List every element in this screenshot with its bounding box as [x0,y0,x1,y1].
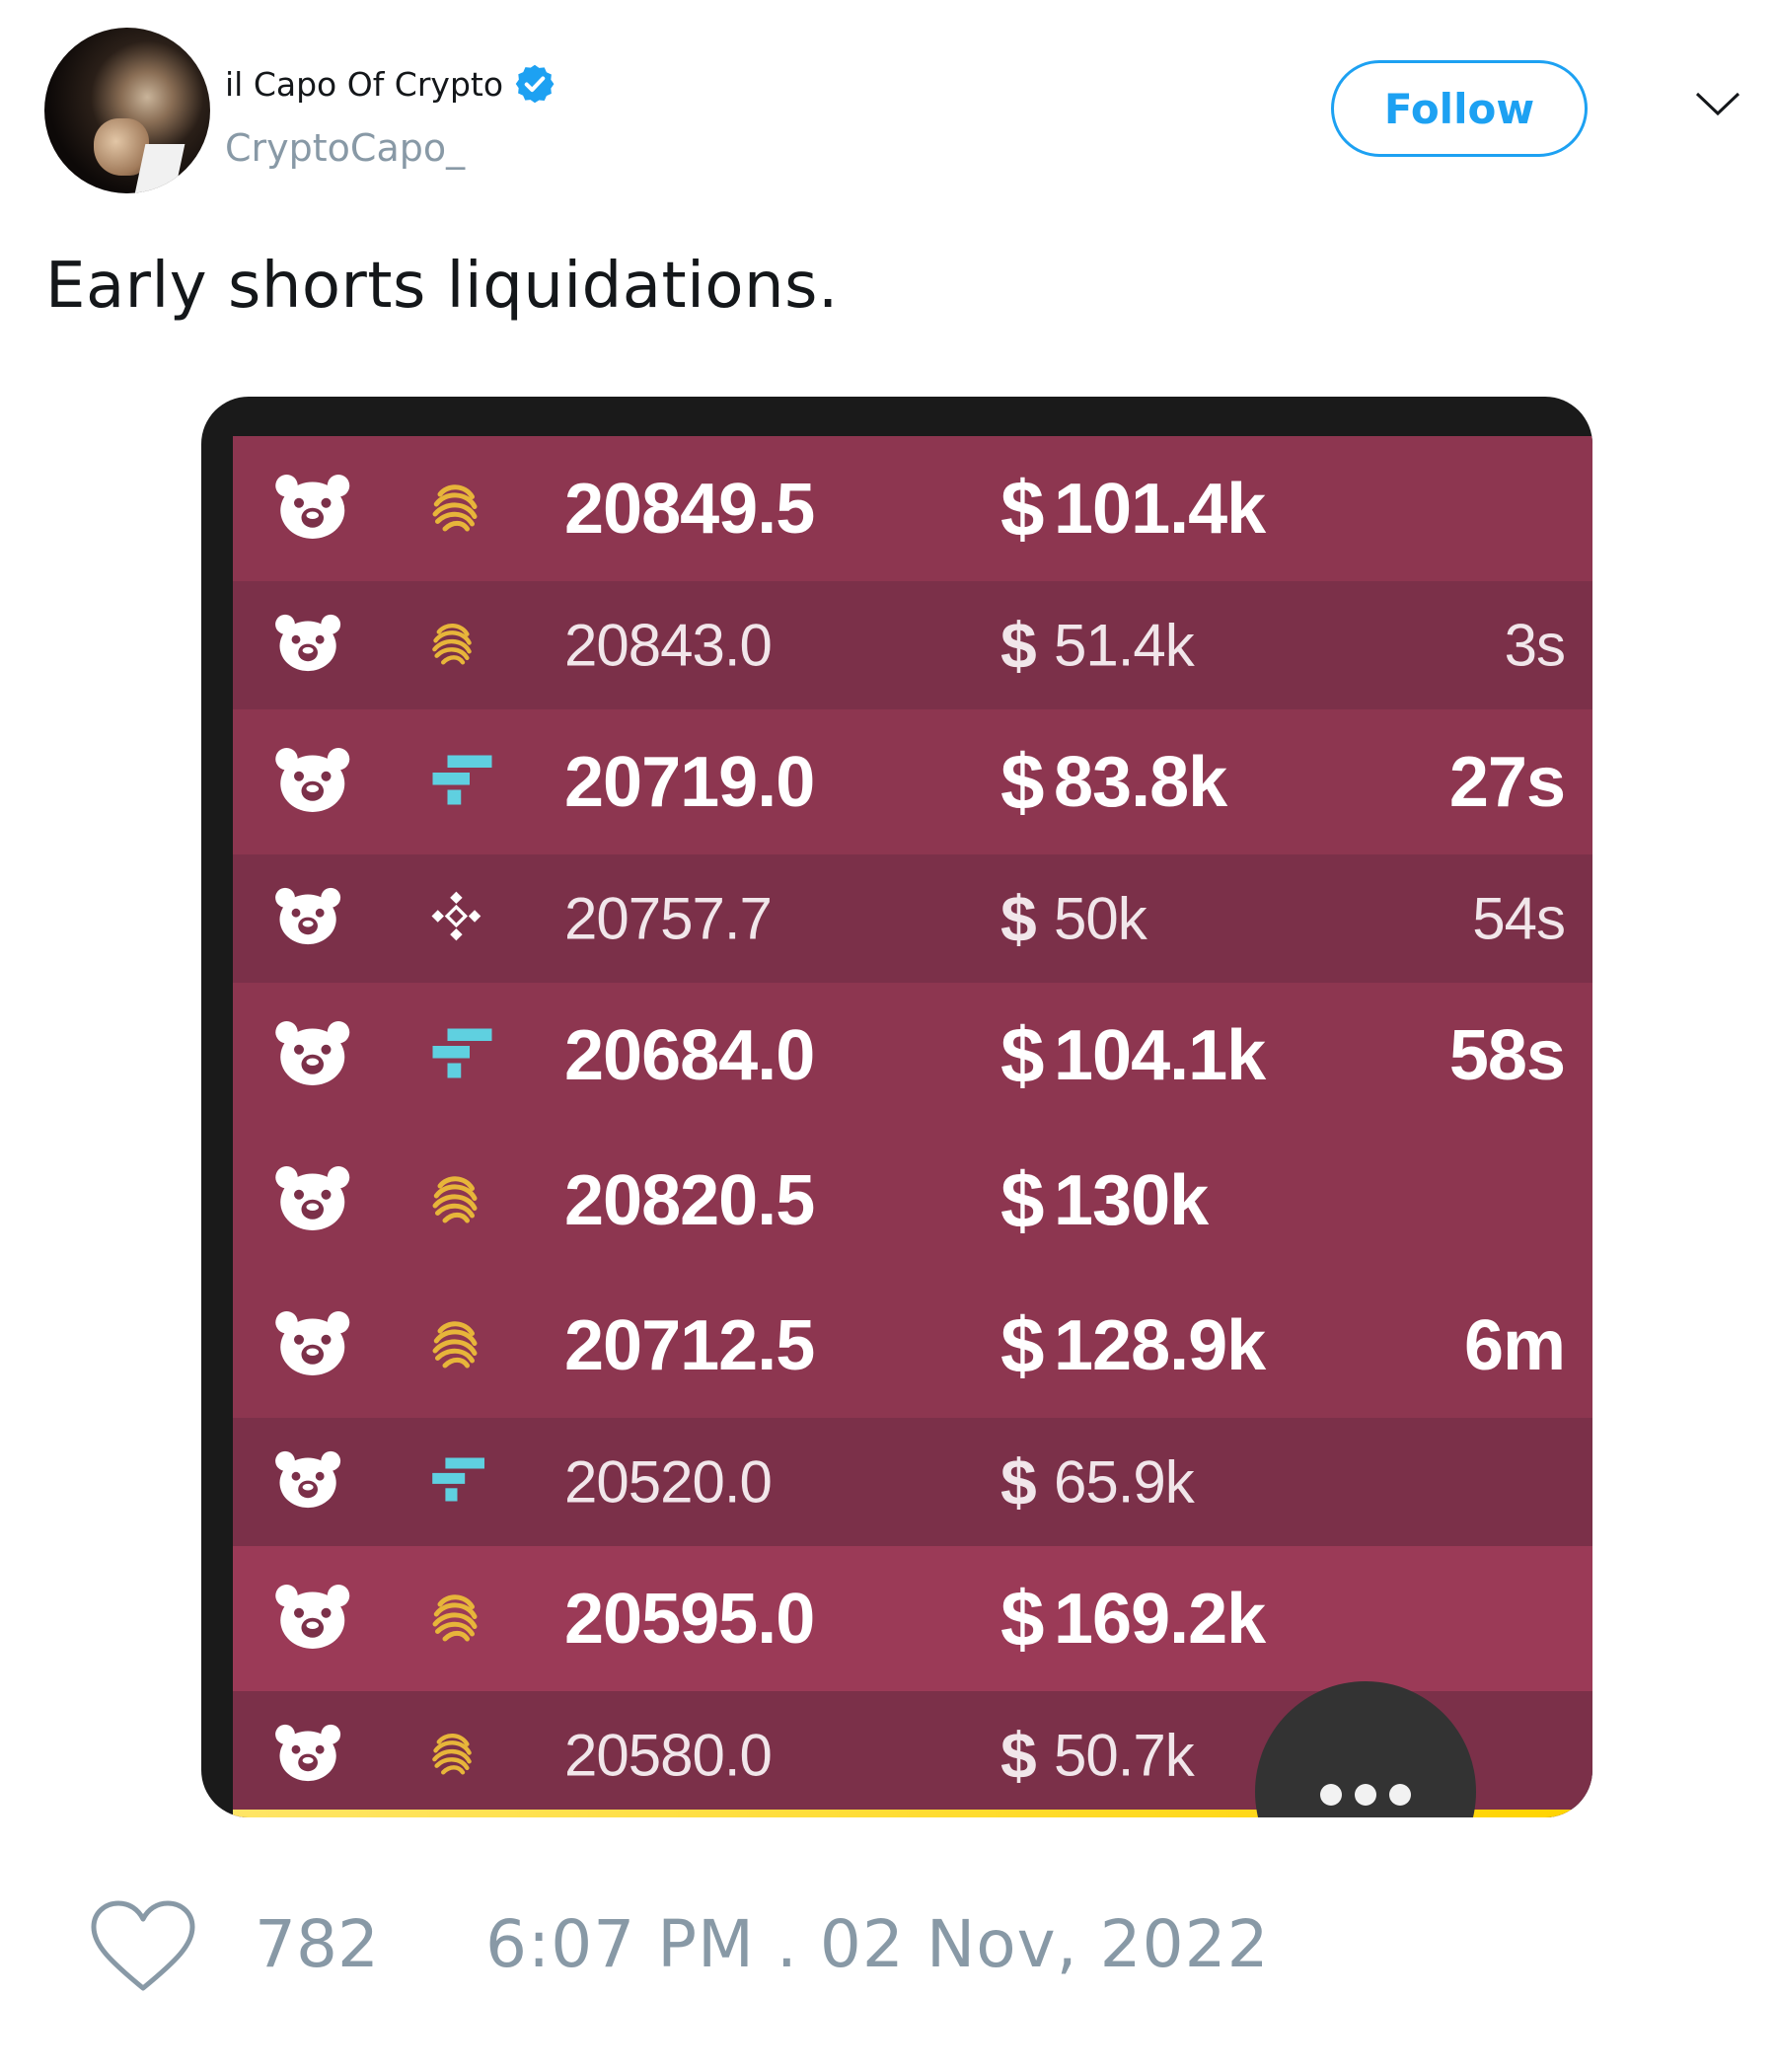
liquidation-price: 20849.5 [564,469,815,549]
sun-exchange-icon [430,480,480,539]
ftx-icon [430,1455,486,1508]
currency-symbol: $ [1000,1445,1037,1518]
liquidation-price: 20520.0 [564,1448,773,1516]
bear-icon [274,1164,351,1236]
liquidation-row: 20820.5 $130k [233,1128,1592,1273]
liquidation-amount: 169.2k [1054,1579,1266,1659]
liquidation-amount: 104.1k [1054,1015,1266,1095]
liquidation-row: 20849.5 $101.4k [233,436,1592,581]
ftx-icon [430,753,494,812]
liquidation-amount: 130k [1054,1160,1209,1240]
currency-symbol: $ [1000,1155,1045,1244]
bear-icon [274,473,351,545]
liquidation-price: 20712.5 [564,1305,815,1385]
sun-exchange-icon [430,1171,480,1230]
liquidation-age: 6m [1463,1305,1566,1385]
bear-icon [274,1583,351,1655]
liquidation-amount: 50.7k [1054,1722,1195,1789]
like-count[interactable]: 782 [255,1906,379,1982]
bear-icon [274,1309,351,1381]
heart-icon[interactable] [90,1899,196,1994]
currency-symbol: $ [1000,609,1037,682]
liquidation-age: 3s [1504,612,1566,679]
liquidation-row: 20719.0 $83.8k 27s [233,709,1592,854]
bear-icon [274,1019,351,1091]
tweet-media-image[interactable]: 20849.5 $101.4k 20843.0 $51.4k 3s 20719.0 $83.… [201,397,1592,1817]
liquidation-price: 20757.7 [564,885,773,952]
bear-icon [274,614,341,677]
follow-button[interactable]: Follow [1331,60,1588,157]
liquidation-price: 20719.0 [564,742,815,822]
liquidation-age: 54s [1472,885,1566,952]
binance-icon [430,890,482,947]
tweet-text: Early shorts liquidations. [45,250,839,323]
liquidation-amount: 65.9k [1054,1448,1195,1516]
liquidation-price: 20843.0 [564,612,773,679]
verified-badge-icon [515,64,555,104]
bear-icon [274,1724,341,1787]
liquidation-amount: 83.8k [1054,742,1227,822]
currency-symbol: $ [1000,1719,1037,1792]
liquidation-row: 20843.0 $51.4k 3s [233,581,1592,709]
sun-exchange-icon [430,1729,474,1781]
currency-symbol: $ [1000,1010,1045,1099]
user-handle[interactable]: CryptoCapo_ [225,126,465,170]
liquidation-age: 27s [1448,742,1566,822]
liquidation-amount: 51.4k [1054,612,1195,679]
tweet-timestamp[interactable]: 6:07 PM . 02 Nov, 2022 [485,1906,1270,1982]
liquidation-row: 20712.5 $128.9k 6m [233,1273,1592,1418]
liquidation-amount: 50k [1054,885,1147,952]
currency-symbol: $ [1000,1574,1045,1663]
sun-exchange-icon [430,619,474,671]
liquidation-amount: 128.9k [1054,1305,1266,1385]
liquidation-price: 20684.0 [564,1015,815,1095]
currency-symbol: $ [1000,737,1045,826]
liquidation-price: 20580.0 [564,1722,773,1789]
liquidation-row: 20595.0 $169.2k [233,1546,1592,1691]
currency-symbol: $ [1000,464,1045,553]
liquidation-price: 20595.0 [564,1579,815,1659]
liquidation-row: 20757.7 $50k 54s [233,854,1592,983]
liquidation-amount: 101.4k [1054,469,1266,549]
bear-icon [274,746,351,818]
author-name-row: il Capo Of Crypto [225,59,556,109]
sun-exchange-icon [430,1590,480,1649]
liquidation-list: 20849.5 $101.4k 20843.0 $51.4k 3s 20719.0 $83.… [233,436,1592,1817]
bear-icon [274,887,341,950]
display-name[interactable]: il Capo Of Crypto [225,65,503,104]
avatar[interactable] [44,28,210,193]
bear-icon [274,1450,341,1514]
liquidation-row: 20684.0 $104.1k 58s [233,983,1592,1128]
liquidation-row: 20520.0 $65.9k [233,1418,1592,1546]
liquidation-age: 58s [1448,1015,1566,1095]
currency-symbol: $ [1000,1300,1045,1389]
currency-symbol: $ [1000,882,1037,955]
chevron-down-icon[interactable] [1693,89,1742,118]
ftx-icon [430,1026,494,1085]
liquidation-price: 20820.5 [564,1160,815,1240]
sun-exchange-icon [430,1316,480,1375]
